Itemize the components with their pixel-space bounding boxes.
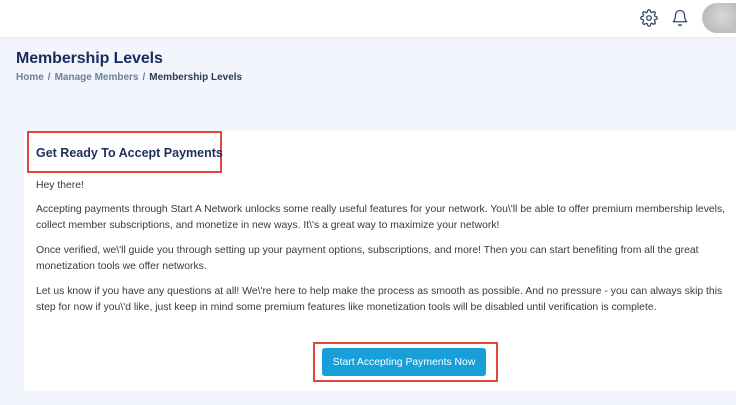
breadcrumb-separator: / (142, 72, 146, 83)
card-paragraph-help: Let us know if you have any questions at… (36, 285, 723, 314)
card-body: Hey there! Accepting payments through St… (36, 178, 726, 325)
card-paragraph-verification: Once verified, we\'ll guide you through … (36, 244, 699, 273)
card-paragraph-features: Accepting payments through Start A Netwo… (36, 203, 726, 232)
page-header: Membership Levels Home / Manage Members / Me… (16, 50, 242, 83)
breadcrumb-separator: / (47, 72, 51, 83)
top-bar (0, 0, 736, 37)
breadcrumb-manage-members[interactable]: Manage Members (55, 72, 139, 83)
start-accepting-payments-button[interactable]: Start Accepting Payments Now (322, 348, 486, 376)
card-paragraph-greeting: Hey there! (36, 180, 84, 191)
payments-card: Get Ready To Accept Payments Hey there! … (24, 131, 736, 391)
breadcrumb: Home / Manage Members / Membership Levels (16, 72, 242, 83)
bell-icon[interactable] (671, 9, 689, 27)
breadcrumb-home[interactable]: Home (16, 72, 44, 83)
gear-icon[interactable] (640, 9, 658, 27)
breadcrumb-current: Membership Levels (149, 72, 243, 83)
page-title: Membership Levels (16, 50, 163, 67)
card-title: Get Ready To Accept Payments (36, 146, 223, 160)
avatar[interactable] (702, 3, 736, 33)
